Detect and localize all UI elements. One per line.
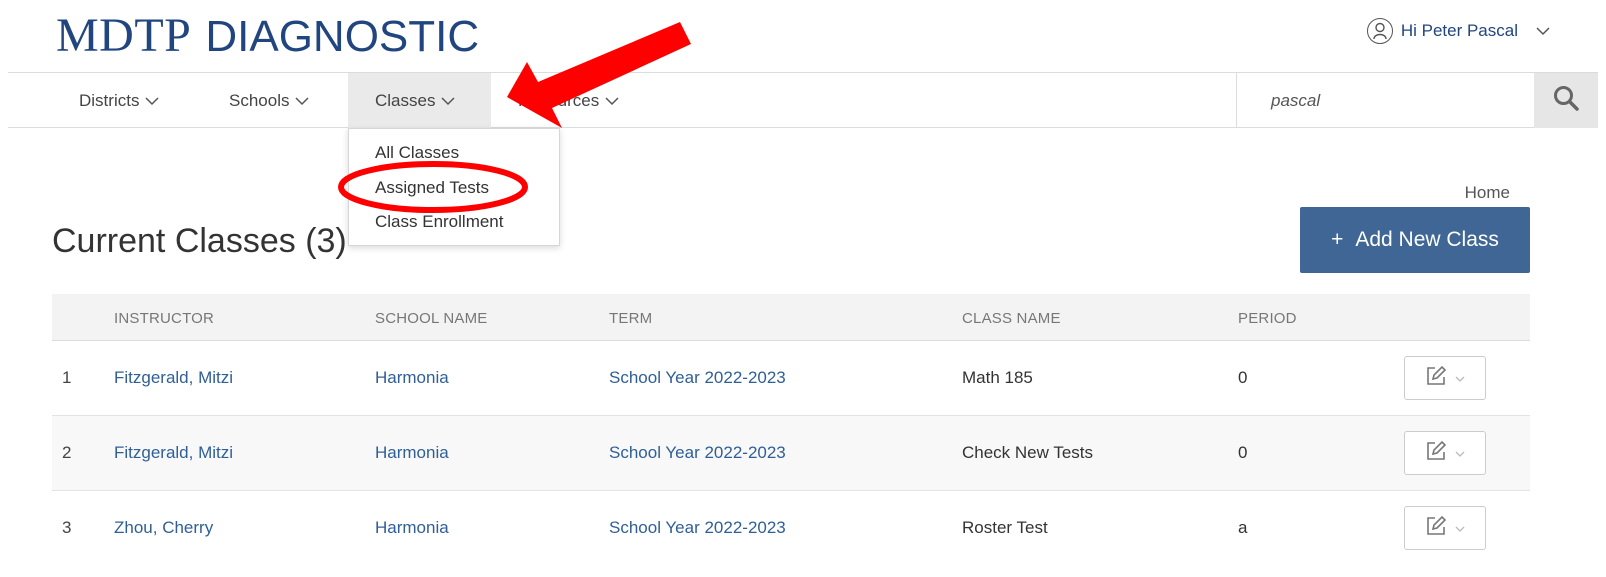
edit-dropdown-button[interactable] (1404, 506, 1486, 550)
class-name: Math 185 (962, 368, 1033, 387)
menu-item-all-classes[interactable]: All Classes (375, 143, 459, 163)
nav-districts[interactable]: Districts (79, 73, 159, 128)
period: a (1238, 518, 1248, 537)
breadcrumb-home[interactable]: Home (1465, 183, 1510, 203)
page-title: Current Classes (3) (52, 222, 347, 260)
header-period[interactable]: PERIOD (1238, 310, 1297, 327)
instructor-link[interactable]: Fitzgerald, Mitzi (114, 443, 233, 463)
nav-schools[interactable]: Schools (229, 73, 310, 128)
search-input[interactable]: pascal (1236, 73, 1534, 128)
instructor-link[interactable]: Fitzgerald, Mitzi (114, 368, 233, 388)
table-row: 1 Fitzgerald, Mitzi Harmonia School Year… (52, 341, 1530, 416)
add-new-class-label: Add New Class (1355, 228, 1499, 251)
logo-diagnostic: DIAGNOSTIC (205, 12, 480, 61)
header-term[interactable]: TERM (609, 310, 652, 327)
chevron-down-icon (1455, 444, 1465, 462)
nav-resources-label: Resources (518, 90, 600, 110)
row-number: 3 (62, 518, 72, 537)
edit-pencil-icon (1425, 515, 1447, 542)
row-number: 1 (62, 368, 72, 387)
chevron-down-icon (1455, 369, 1465, 387)
instructor-link[interactable]: Zhou, Cherry (114, 518, 213, 538)
row-number: 2 (62, 443, 72, 462)
term-link[interactable]: School Year 2022-2023 (609, 368, 786, 388)
class-name: Roster Test (962, 518, 1048, 537)
header-instructor[interactable]: INSTRUCTOR (114, 310, 214, 327)
menu-item-assigned-tests[interactable]: Assigned Tests (375, 178, 489, 198)
chevron-down-icon (441, 91, 455, 111)
user-menu[interactable]: Hi Peter Pascal (1366, 18, 1550, 44)
chevron-down-icon (1455, 519, 1465, 537)
period: 0 (1238, 443, 1248, 462)
search-button[interactable] (1534, 73, 1598, 128)
table-row: 2 Fitzgerald, Mitzi Harmonia School Year… (52, 416, 1530, 491)
main-nav: Districts Schools Classes Resources pasc… (8, 72, 1598, 128)
logo-mdtp: MDTP (56, 9, 192, 62)
chevron-down-icon (295, 91, 310, 111)
table-row: 3 Zhou, Cherry Harmonia School Year 2022… (52, 491, 1530, 566)
menu-item-class-enrollment[interactable]: Class Enrollment (375, 212, 504, 232)
nav-resources[interactable]: Resources (518, 73, 619, 128)
search-icon (1553, 85, 1579, 116)
site-logo[interactable]: MDTP DIAGNOSTIC (56, 8, 479, 63)
school-link[interactable]: Harmonia (375, 443, 449, 463)
nav-classes-label: Classes (375, 90, 436, 110)
header-school-name[interactable]: SCHOOL NAME (375, 310, 488, 327)
period: 0 (1238, 368, 1248, 387)
classes-dropdown-menu: All Classes Assigned Tests Class Enrollm… (348, 128, 560, 246)
add-new-class-button[interactable]: + Add New Class (1300, 207, 1530, 273)
user-circle-icon (1366, 18, 1393, 44)
table-header: INSTRUCTOR SCHOOL NAME TERM CLASS NAME P… (52, 294, 1530, 341)
nav-districts-label: Districts (79, 90, 140, 110)
edit-dropdown-button[interactable] (1404, 431, 1486, 475)
header-class-name[interactable]: CLASS NAME (962, 310, 1061, 327)
school-link[interactable]: Harmonia (375, 368, 449, 388)
term-link[interactable]: School Year 2022-2023 (609, 518, 786, 538)
chevron-down-icon (145, 91, 159, 111)
plus-icon: + (1331, 228, 1344, 251)
user-greeting: Hi Peter Pascal (1400, 21, 1518, 40)
chevron-down-icon (605, 91, 619, 111)
school-link[interactable]: Harmonia (375, 518, 449, 538)
edit-pencil-icon (1425, 365, 1447, 392)
nav-schools-label: Schools (229, 90, 290, 110)
term-link[interactable]: School Year 2022-2023 (609, 443, 786, 463)
edit-dropdown-button[interactable] (1404, 356, 1486, 400)
nav-classes[interactable]: Classes (348, 73, 491, 128)
edit-pencil-icon (1425, 440, 1447, 467)
classes-table: INSTRUCTOR SCHOOL NAME TERM CLASS NAME P… (52, 294, 1530, 566)
class-name: Check New Tests (962, 443, 1094, 462)
chevron-down-icon (1536, 21, 1550, 41)
